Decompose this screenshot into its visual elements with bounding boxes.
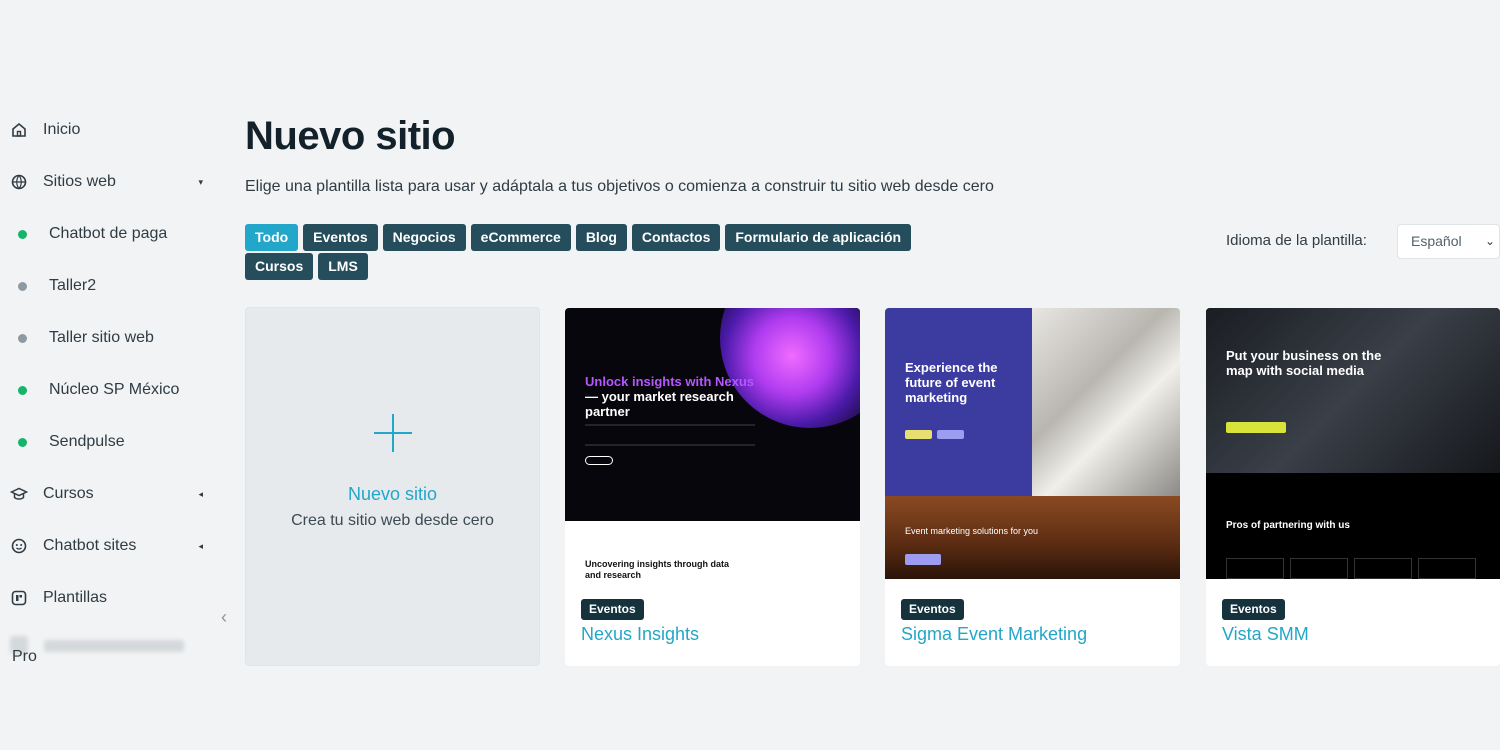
sidebar-item-blurred [10,632,200,662]
filter-chip-contactos[interactable]: Contactos [631,224,721,251]
preview-headline-accent: Unlock insights with Nexus [585,374,755,389]
language-label: Idioma de la plantilla: [1226,232,1367,249]
template-card-vista-smm[interactable]: Put your business on the map with social… [1206,308,1500,666]
plus-icon [374,414,412,452]
template-name[interactable]: Sigma Event Marketing [901,624,1087,645]
page-subtitle: Elige una plantilla lista para usar y ad… [245,178,994,195]
pro-label: Pro [12,648,37,665]
preview-lower-text: Event marketing solutions for you [905,526,1039,536]
preview-headline: Put your business on the map with social… [1226,348,1382,378]
sidebar-item-sendpulse[interactable]: Sendpulse [0,416,215,468]
filter-chip-ecommerce[interactable]: eCommerce [470,224,571,251]
template-name[interactable]: Vista SMM [1222,624,1309,645]
sidebar-item-label: Cursos [43,485,94,502]
filter-chip-blog[interactable]: Blog [575,224,627,251]
category-badge: Eventos [581,599,644,620]
template-card-sigma-event-marketing[interactable]: Experience the future of event marketing… [885,308,1180,666]
collapse-sidebar-button[interactable]: ‹ [221,607,227,628]
chevron-left-icon: ◂ [198,540,203,551]
preview-lower-text: Pros of partnering with us [1226,520,1350,531]
new-site-title: Nuevo sitio [347,484,438,504]
chevron-left-icon: ◂ [198,488,203,499]
status-dot [18,385,27,395]
status-dot [18,229,27,239]
filter-row: Todo Eventos Negocios eCommerce Blog Contacto… [245,224,945,253]
sidebar-item-label: Núcleo SP México [49,381,180,398]
filter-chip-todo[interactable]: Todo [245,224,299,251]
template-name[interactable]: Nexus Insights [581,624,699,645]
page-title: Nuevo sitio [245,114,456,158]
status-dot [18,281,27,291]
template-filters: Todo Eventos Negocios eCommerce Blog Contacto… [245,224,945,282]
chat-bot-icon [10,537,28,555]
status-dot [18,333,27,343]
sidebar-item-nucleo-sp-mexico[interactable]: Núcleo SP México [0,364,215,416]
template-preview: Experience the future of event marketing… [885,308,1180,579]
preview-lower-text: Uncovering insights through data and res… [585,559,730,579]
filter-chip-negocios[interactable]: Negocios [382,224,466,251]
filter-row: Cursos LMS [245,253,945,282]
sidebar-item-label: Chatbot de paga [49,225,168,242]
sidebar-item-plantillas[interactable]: Plantillas [0,572,215,624]
chevron-down-icon: ⌄ [1484,234,1495,248]
chevron-down-icon: ▾ [198,176,203,187]
template-preview: Unlock insights with Nexus — your market… [565,308,860,579]
sidebar-item-inicio[interactable]: Inicio [0,104,215,156]
sidebar-item-chatbot-sites[interactable]: Chatbot sites ◂ [0,520,215,572]
sidebar-item-label: Taller sitio web [49,329,154,346]
status-dot [18,437,27,447]
sidebar-item-label: Chatbot sites [43,537,137,554]
category-badge: Eventos [901,599,964,620]
preview-headline: Experience the future of event marketing [905,360,998,405]
sidebar-item-label: Sendpulse [49,433,125,450]
template-card-nexus-insights[interactable]: Unlock insights with Nexus — your market… [565,308,860,666]
language-value: Español [1411,233,1462,249]
template-icon [10,589,28,607]
sidebar-item-sitios-web[interactable]: Sitios web ▾ [0,156,215,208]
language-select[interactable]: Español ⌄ [1397,224,1500,259]
graduation-cap-icon [10,485,28,503]
sidebar-item-label: Sitios web [43,173,116,190]
filter-chip-lms[interactable]: LMS [318,253,368,280]
new-site-description: Crea tu sitio web desde cero [291,512,494,529]
new-site-card[interactable]: Nuevo sitio Crea tu sitio web desde cero [245,307,540,666]
filter-chip-eventos[interactable]: Eventos [303,224,378,251]
category-badge: Eventos [1222,599,1285,620]
filter-chip-formulario[interactable]: Formulario de aplicación [725,224,912,251]
sidebar: Inicio Sitios web ▾ Chatbot de paga Tall… [0,104,215,624]
sidebar-item-taller2[interactable]: Taller2 [0,260,215,312]
sidebar-item-taller-sitio-web[interactable]: Taller sitio web [0,312,215,364]
sidebar-item-label: Inicio [43,121,81,138]
sidebar-item-cursos[interactable]: Cursos ◂ [0,468,215,520]
sidebar-item-chatbot-de-paga[interactable]: Chatbot de paga [0,208,215,260]
template-preview: Put your business on the map with social… [1206,308,1500,579]
sidebar-item-label: Plantillas [43,589,108,606]
filter-chip-cursos[interactable]: Cursos [245,253,314,280]
globe-icon [10,173,28,191]
sidebar-item-label: Taller2 [49,277,97,294]
home-icon [10,121,28,139]
preview-headline: — your market research partner [585,389,734,419]
